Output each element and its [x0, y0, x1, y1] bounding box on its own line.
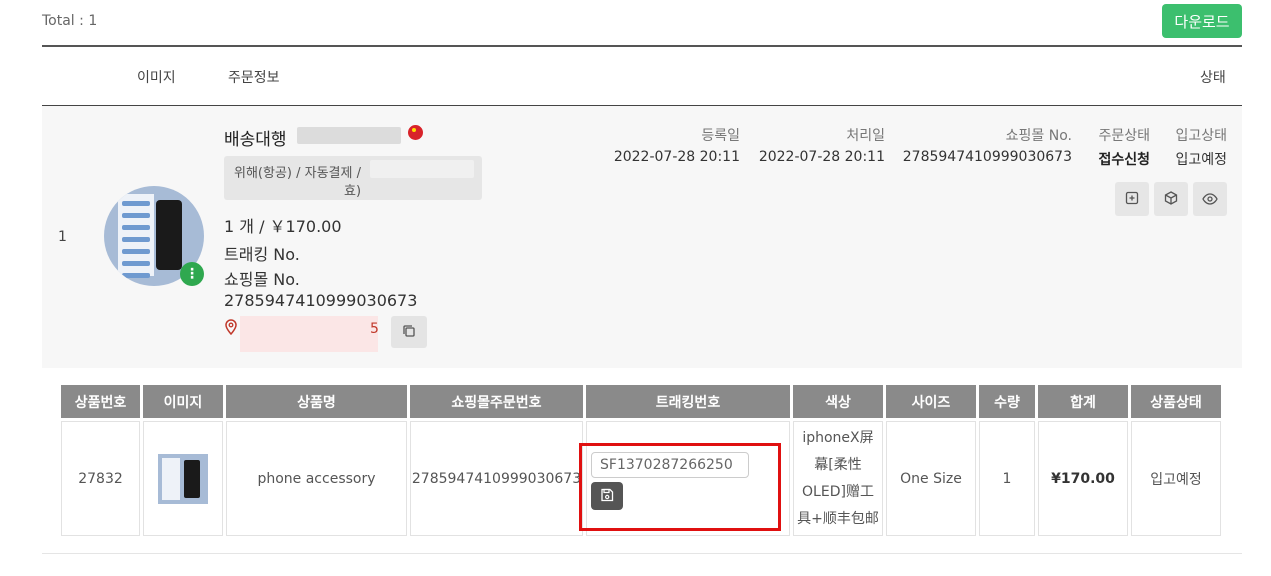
stock-status-label: 입고상태 — [1175, 128, 1227, 144]
box-icon — [1164, 190, 1178, 209]
redacted-user — [297, 127, 401, 144]
redacted-text — [370, 160, 474, 178]
highlight-box — [579, 443, 781, 531]
order-status: 접수신청 — [1098, 152, 1150, 168]
quantity-price: 1 개 / ￥170.00 — [224, 217, 342, 236]
package-button[interactable] — [1154, 182, 1188, 216]
divider — [42, 45, 1242, 47]
col-product-no: 상품번호 — [61, 385, 140, 421]
quantity: 1 — [979, 421, 1035, 536]
mall-label: 쇼핑몰 No. — [224, 270, 300, 289]
header-image: 이미지 — [137, 70, 176, 86]
item-total: ¥170.00 — [1038, 421, 1128, 536]
copy-address-button[interactable] — [391, 316, 427, 348]
mall-no-value: 2785947410999030673 — [902, 149, 1072, 165]
col-tracking-no: 트래킹번호 — [586, 385, 790, 421]
reg-date: 2022-07-28 20:11 — [613, 149, 740, 165]
color-cell: iphoneX屏 幕[柔性 OLED]赠工 具+顺丰包邮 — [793, 421, 883, 536]
mall-no-label: 쇼핑몰 No. — [1005, 128, 1072, 144]
proc-date-label: 처리일 — [846, 128, 885, 144]
more-vertical-icon: ⋮ — [185, 266, 199, 282]
col-item-status: 상품상태 — [1131, 385, 1221, 421]
total-count: Total : 1 — [42, 13, 98, 29]
header-status: 상태 — [1200, 70, 1226, 86]
mall-order-no: 2785947410999030673 — [410, 421, 583, 536]
copy-icon — [402, 323, 416, 342]
eye-icon — [1202, 190, 1218, 209]
product-name[interactable]: phone accessory — [226, 421, 407, 536]
order-service-type: 배송대행 — [224, 130, 287, 150]
color-line: iphoneX屏 — [802, 429, 874, 446]
col-size: 사이즈 — [886, 385, 976, 421]
size: One Size — [886, 421, 976, 536]
product-no: 27832 — [61, 421, 140, 536]
product-image[interactable] — [158, 453, 208, 504]
col-product-name: 상품명 — [226, 385, 407, 421]
col-mall-order-no: 쇼핑몰주문번호 — [410, 385, 583, 421]
col-image: 이미지 — [143, 385, 223, 421]
items-table-header: 상품번호 이미지 상품명 쇼핑몰주문번호 트래킹번호 색상 사이즈 수량 합계 … — [61, 385, 1221, 421]
shipping-method-text: 위해(항공) / 자동결제 / — [234, 166, 361, 181]
mall-number: 2785947410999030673 — [224, 291, 418, 310]
stock-status: 입고예정 — [1175, 152, 1227, 168]
col-color: 색상 — [793, 385, 883, 421]
plus-square-icon — [1125, 190, 1139, 209]
product-image-cell — [143, 421, 223, 536]
china-flag-icon — [408, 125, 423, 140]
shipping-method-suffix: 효) — [344, 184, 362, 199]
shipping-method-box: 위해(항공) / 자동결제 / 효) — [224, 156, 482, 200]
redacted-address — [240, 316, 378, 352]
color-line: 幕[柔性 — [814, 456, 862, 473]
view-button[interactable] — [1193, 182, 1227, 216]
tracking-label: 트래킹 No. — [224, 245, 300, 264]
reg-date-label: 등록일 — [701, 128, 740, 144]
col-total: 합계 — [1038, 385, 1128, 421]
address-tail: 5 — [370, 321, 379, 337]
col-quantity: 수량 — [979, 385, 1035, 421]
divider — [42, 553, 1242, 554]
order-row — [42, 106, 1242, 368]
order-index: 1 — [58, 229, 67, 245]
color-line: 具+顺丰包邮 — [797, 510, 879, 527]
download-button[interactable]: 다운로드 — [1162, 4, 1242, 38]
location-pin-icon — [224, 319, 238, 339]
more-options-button[interactable]: ⋮ — [180, 262, 204, 286]
add-item-button[interactable] — [1115, 182, 1149, 216]
color-line: OLED]赠工 — [802, 483, 874, 500]
header-order-info: 주문정보 — [228, 70, 280, 86]
proc-date: 2022-07-28 20:11 — [758, 149, 885, 165]
item-status: 입고예정 — [1131, 421, 1221, 536]
order-status-label: 주문상태 — [1098, 128, 1150, 144]
